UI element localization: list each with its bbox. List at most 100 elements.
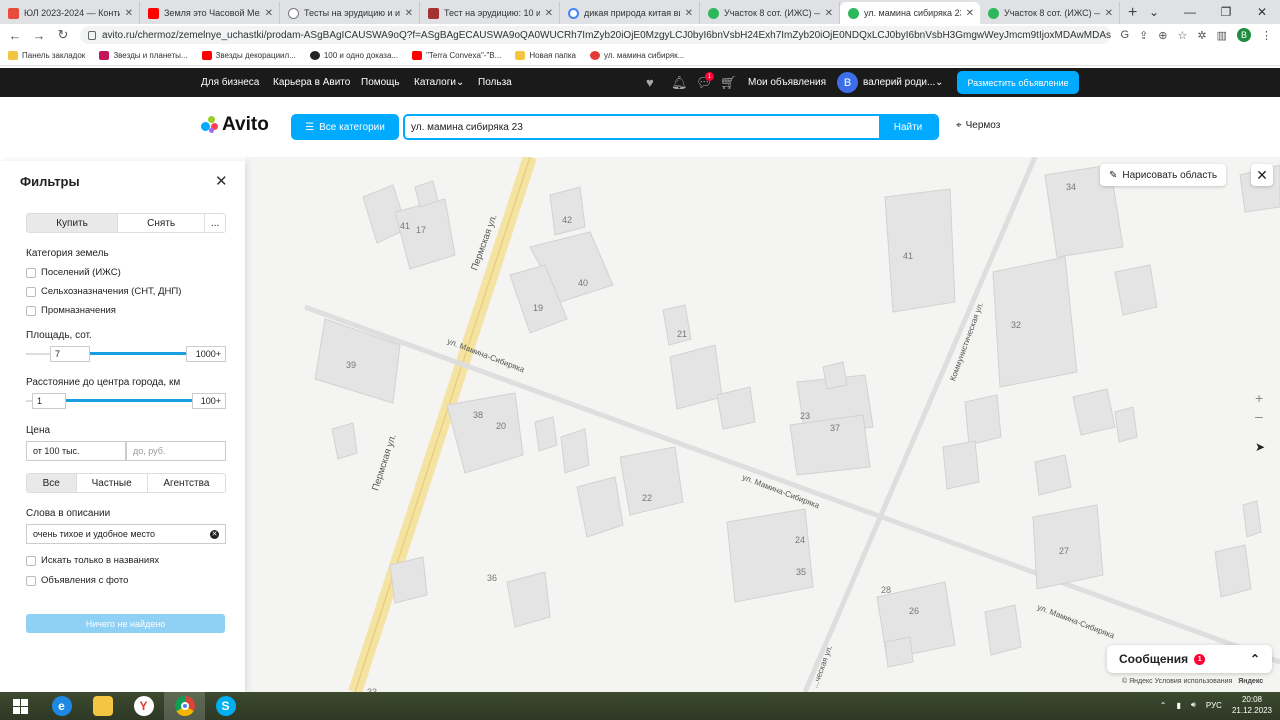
profile-avatar[interactable]: B bbox=[1237, 28, 1251, 42]
deal-type-more[interactable]: ... bbox=[205, 214, 225, 232]
clear-input-icon[interactable]: ✕ bbox=[210, 529, 219, 539]
checkbox-box[interactable] bbox=[26, 305, 36, 316]
favorites-heart-icon[interactable]: ♥ bbox=[646, 75, 654, 90]
map-close-button[interactable]: ✕ bbox=[1251, 164, 1273, 186]
search-input[interactable] bbox=[405, 116, 879, 138]
browser-tab[interactable]: Участок 8 сот. (ИЖС) — Р✕ bbox=[980, 2, 1120, 24]
checkbox-box[interactable] bbox=[26, 555, 36, 566]
volume-icon[interactable]: 🔊︎ bbox=[1191, 700, 1196, 710]
location-selector[interactable]: ⌖ Чермоз bbox=[956, 120, 1000, 131]
chevron-down-icon[interactable]: ⌄ bbox=[1136, 5, 1172, 19]
checkbox-industrial[interactable]: Промназначения bbox=[26, 305, 116, 316]
cart-icon[interactable]: 🛒︎ bbox=[720, 75, 737, 91]
seller-all[interactable]: Все bbox=[27, 474, 77, 492]
browser-tab[interactable]: дикая природа китая вид ✕ bbox=[560, 2, 700, 24]
forward-icon[interactable]: → bbox=[32, 28, 46, 43]
area-max-field[interactable]: 1000+ bbox=[186, 346, 226, 362]
user-name[interactable]: валерий роди... bbox=[863, 77, 935, 88]
deal-type-buy[interactable]: Купить bbox=[27, 214, 119, 232]
clock[interactable]: 20:08 21.12.2023 bbox=[1232, 694, 1272, 716]
zoom-in-button[interactable]: + bbox=[1255, 390, 1263, 406]
nav-link-help[interactable]: Помощь bbox=[361, 77, 400, 88]
area-slider[interactable]: 7 1000+ bbox=[26, 346, 226, 362]
user-avatar[interactable]: В bbox=[837, 72, 858, 93]
avito-logo[interactable]: Avito bbox=[201, 114, 269, 136]
taskbar-ie[interactable]: e bbox=[41, 692, 82, 720]
price-to-field[interactable]: до, руб. bbox=[126, 441, 226, 461]
browser-tab[interactable]: Участок 8 сот. (ИЖС) — Р✕ bbox=[700, 2, 840, 24]
close-icon[interactable]: ✕ bbox=[685, 8, 693, 19]
area-min-field[interactable]: 7 bbox=[50, 346, 90, 362]
checkbox-only-titles[interactable]: Искать только в названиях bbox=[26, 555, 159, 566]
browser-tab[interactable]: Тесты на эрудицию и инте✕ bbox=[280, 2, 420, 24]
taskbar-explorer[interactable] bbox=[82, 692, 123, 720]
checkbox-agricultural[interactable]: Сельхозназначения (СНТ, ДНП) bbox=[26, 286, 181, 297]
browser-tab[interactable]: ЮЛ 2023-2024 — Контин ✕ bbox=[0, 2, 140, 24]
bookmark-item[interactable]: Звезды декорациил... bbox=[201, 51, 296, 60]
close-icon[interactable]: ✕ bbox=[545, 8, 553, 19]
close-icon[interactable]: ✕ bbox=[966, 8, 974, 19]
extensions-icon[interactable]: ✲ bbox=[1197, 29, 1206, 42]
translate-icon[interactable]: ⊕ bbox=[1158, 29, 1167, 42]
draw-area-button[interactable]: ✎ Нарисовать область bbox=[1100, 164, 1227, 186]
seller-agency[interactable]: Агентства bbox=[148, 474, 225, 492]
geolocation-icon[interactable]: ➤ bbox=[1255, 440, 1265, 454]
lock-icon[interactable] bbox=[88, 30, 96, 40]
chevron-up-icon[interactable]: ⌃ bbox=[1250, 652, 1260, 666]
close-icon[interactable]: ✕ bbox=[825, 8, 833, 19]
close-window-icon[interactable]: ✕ bbox=[1244, 5, 1280, 19]
browser-tab[interactable]: Тест на эрудицию: 10 инте✕ bbox=[420, 2, 560, 24]
checkbox-box[interactable] bbox=[26, 286, 36, 297]
browser-tab[interactable]: Земля это Часовой Меха ✕ bbox=[140, 2, 280, 24]
bookmark-item[interactable]: Панель закладок bbox=[8, 51, 85, 60]
network-icon[interactable]: ▮ bbox=[1176, 701, 1180, 710]
bookmark-item[interactable]: 100 и одно доказа... bbox=[309, 51, 398, 60]
my-ads-link[interactable]: Мои объявления bbox=[748, 77, 826, 88]
bookmark-item[interactable]: ул. мамина сибиряк... bbox=[589, 51, 684, 60]
close-icon[interactable]: ✕ bbox=[125, 8, 133, 19]
start-button[interactable] bbox=[0, 692, 41, 720]
bookmark-star-icon[interactable]: ☆ bbox=[1178, 29, 1188, 42]
post-ad-button[interactable]: Разместить объявление bbox=[957, 71, 1079, 94]
nav-link-catalogs[interactable]: Каталоги bbox=[414, 77, 456, 88]
checkbox-with-photo[interactable]: Объявления с фото bbox=[26, 575, 128, 586]
bookmark-item[interactable]: "Terra Convexa"-"В... bbox=[412, 51, 501, 60]
zoom-out-button[interactable]: – bbox=[1255, 408, 1263, 424]
bookmark-item[interactable]: Новая папка bbox=[515, 51, 576, 60]
back-icon[interactable]: ← bbox=[8, 28, 22, 43]
google-lens-icon[interactable]: G bbox=[1121, 29, 1130, 41]
menu-kebab-icon[interactable]: ⋮ bbox=[1261, 29, 1272, 42]
map-canvas[interactable]: Пермская ул. Пермская ул. ул. Мамина-Сиб… bbox=[245, 157, 1280, 692]
checkbox-settlement[interactable]: Поселений (ИЖС) bbox=[26, 267, 121, 278]
share-icon[interactable]: ⇪ bbox=[1139, 29, 1148, 42]
distance-slider[interactable]: 1 100+ bbox=[26, 393, 226, 409]
all-categories-button[interactable]: ☰ Все категории bbox=[291, 114, 399, 140]
messages-widget[interactable]: Сообщения 1 ⌃ bbox=[1107, 645, 1272, 673]
distance-max-field[interactable]: 100+ bbox=[192, 393, 226, 409]
search-button[interactable]: Найти bbox=[879, 116, 937, 138]
browser-tab-active[interactable]: ул. мамина сибиряка 23 –✕ bbox=[840, 2, 980, 24]
checkbox-box[interactable] bbox=[26, 575, 36, 586]
nav-link-benefit[interactable]: Польза bbox=[478, 77, 512, 88]
minimize-icon[interactable]: — bbox=[1172, 5, 1208, 19]
keyboard-language[interactable]: РУС bbox=[1206, 701, 1222, 710]
sidebar-icon[interactable]: ▥ bbox=[1217, 29, 1227, 42]
checkbox-box[interactable] bbox=[26, 267, 36, 278]
close-icon[interactable]: ✕ bbox=[405, 8, 413, 19]
show-results-button[interactable]: Ничего не найдено bbox=[26, 614, 225, 633]
bell-icon[interactable]: 🔔︎ bbox=[671, 75, 688, 91]
keywords-input[interactable]: очень тихое и удобное место ✕ bbox=[26, 524, 226, 544]
maximize-icon[interactable]: ❐ bbox=[1208, 5, 1244, 19]
close-icon[interactable]: ✕ bbox=[215, 172, 228, 190]
tray-up-icon[interactable]: ⌃ bbox=[1160, 701, 1167, 710]
nav-link-career[interactable]: Карьера в Авито bbox=[273, 77, 350, 88]
url-bar[interactable]: avito.ru/chermoz/zemelnye_uchastki/proda… bbox=[80, 26, 1111, 44]
price-from-field[interactable]: от 100 тыс. bbox=[26, 441, 126, 461]
taskbar-yandex[interactable]: Y bbox=[123, 692, 164, 720]
distance-min-field[interactable]: 1 bbox=[32, 393, 66, 409]
seller-private[interactable]: Частные bbox=[77, 474, 148, 492]
close-icon[interactable]: ✕ bbox=[1105, 8, 1113, 19]
nav-link-business[interactable]: Для бизнеса bbox=[201, 77, 259, 88]
taskbar-skype[interactable]: S bbox=[205, 692, 246, 720]
taskbar-chrome[interactable] bbox=[164, 692, 205, 720]
